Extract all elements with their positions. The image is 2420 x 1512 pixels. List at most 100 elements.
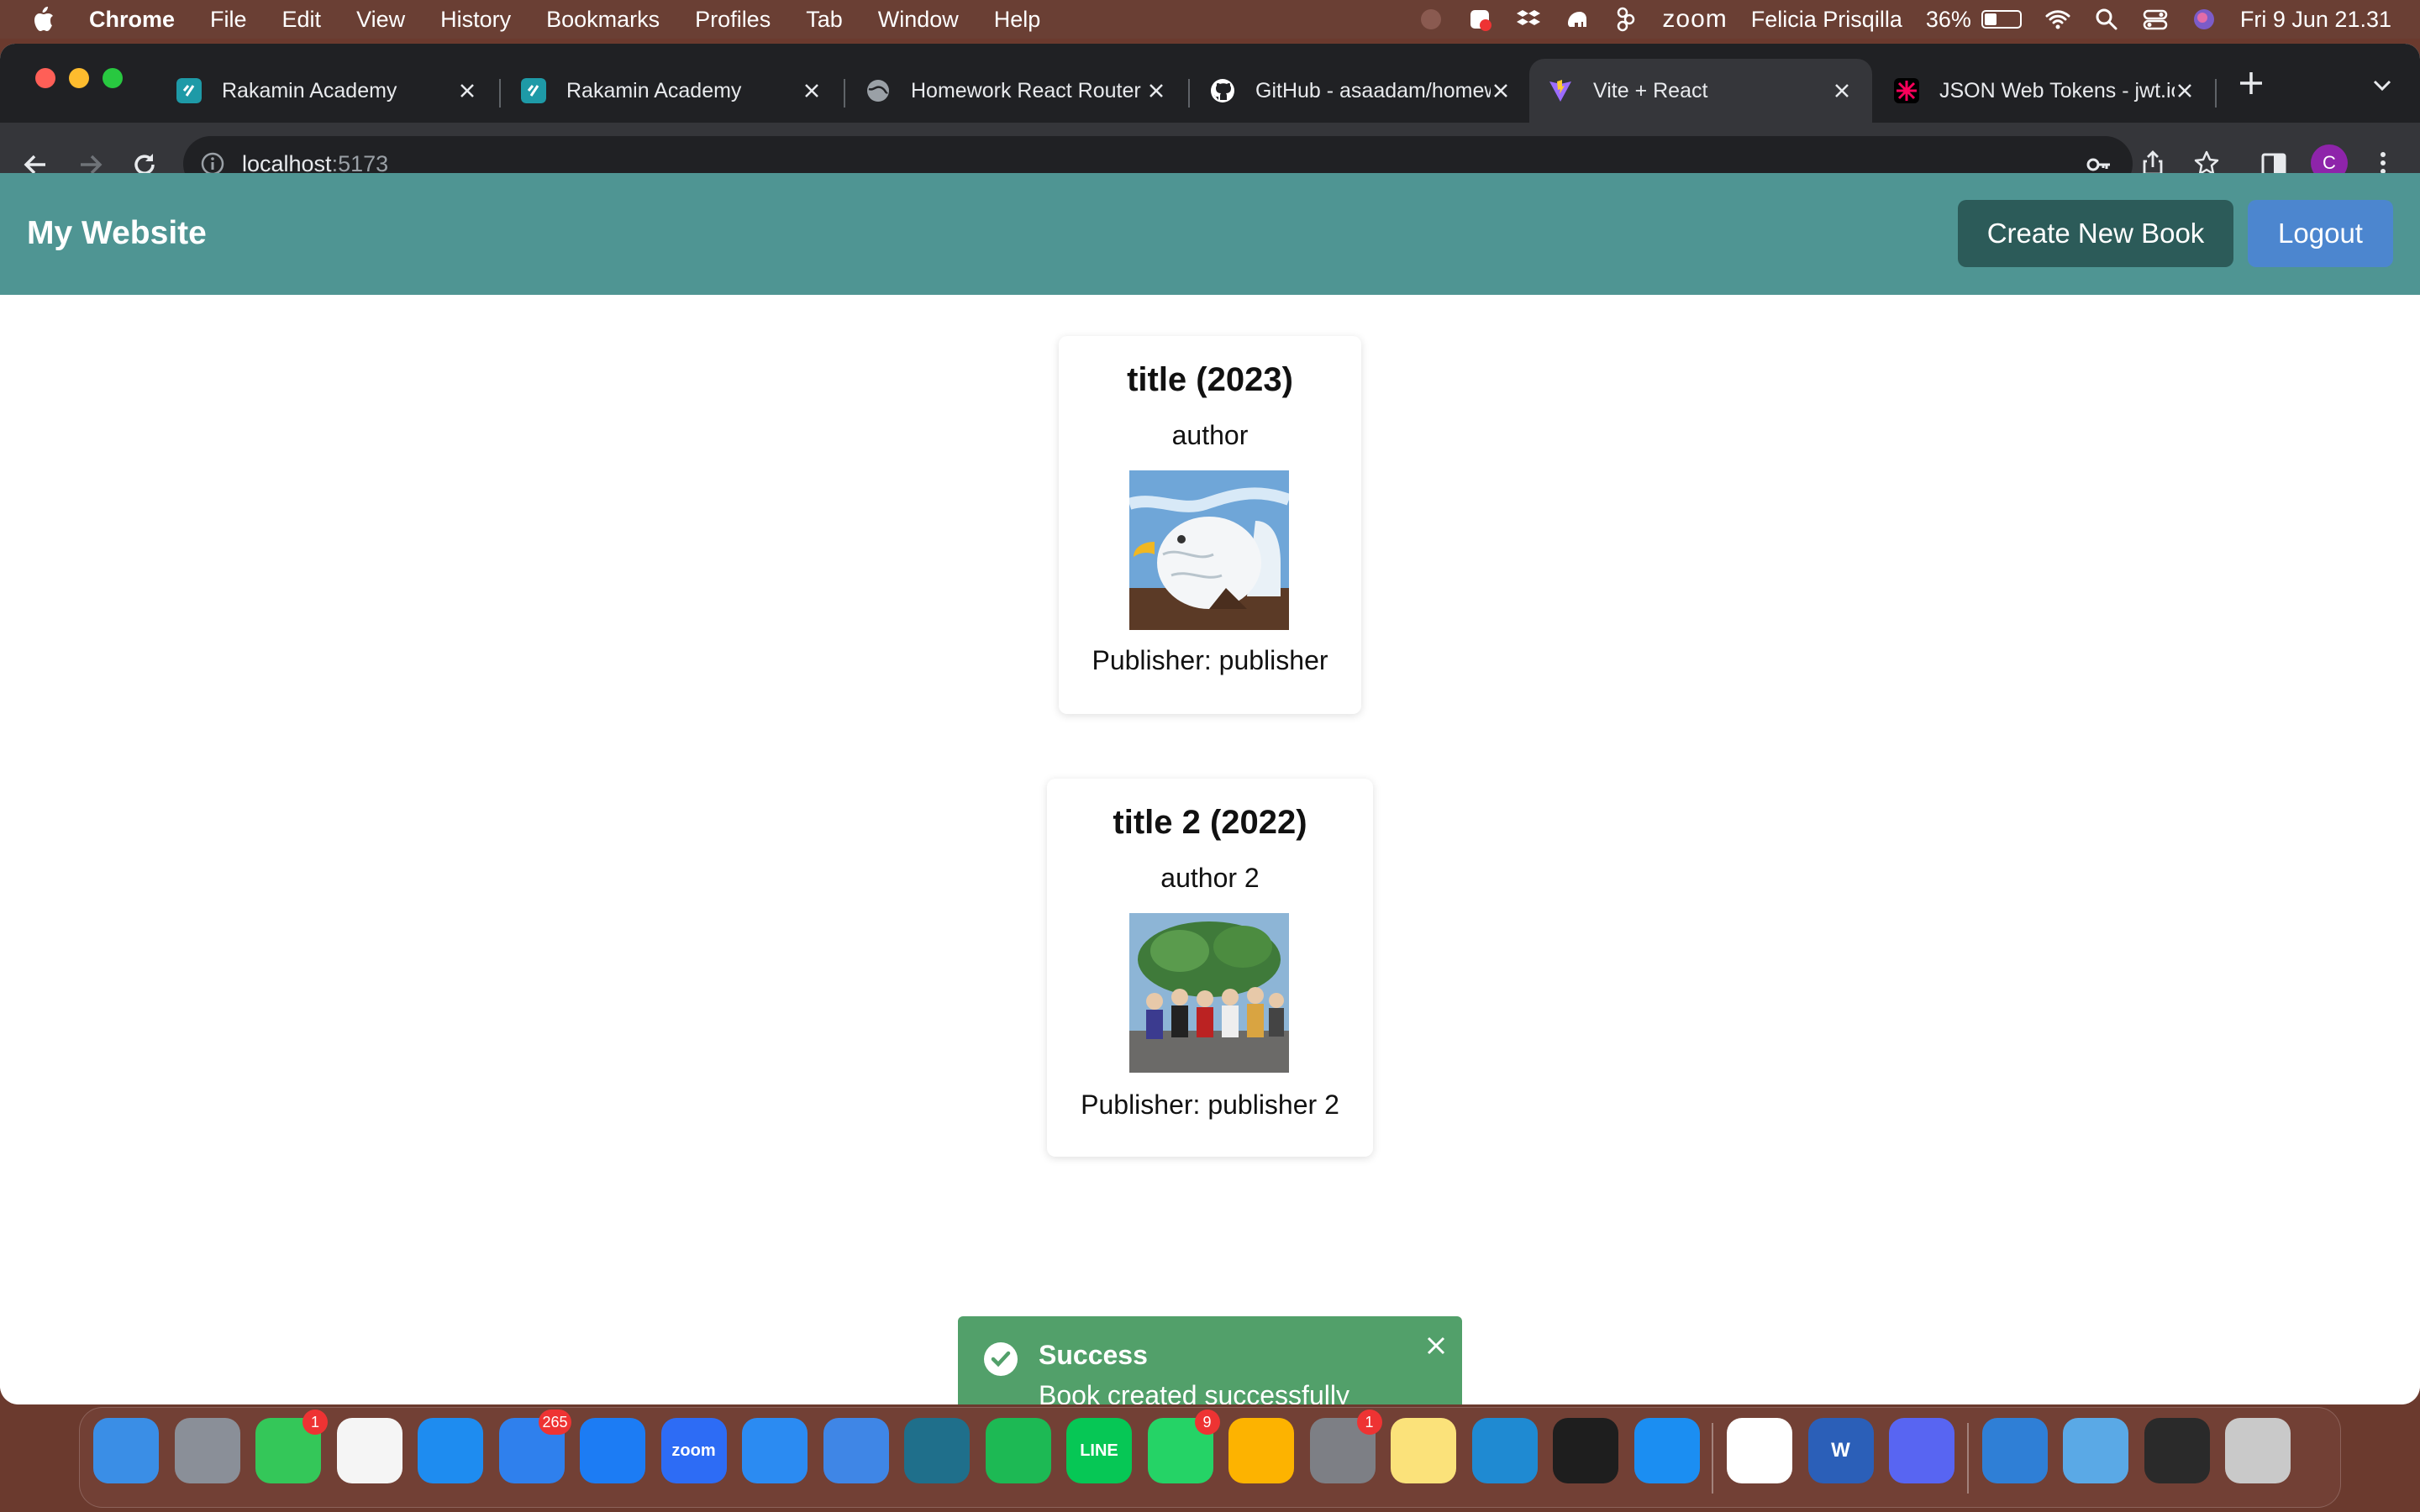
sketch-icon[interactable] bbox=[1228, 1418, 1294, 1483]
trash-icon[interactable] bbox=[2225, 1418, 2291, 1483]
finder-icon[interactable] bbox=[93, 1418, 159, 1483]
settings-icon[interactable]: 1 bbox=[1309, 1410, 1382, 1483]
app-store-icon[interactable] bbox=[580, 1418, 645, 1483]
tab-bar: Rakamin Academy Rakamin Academy Homework… bbox=[0, 44, 2420, 123]
zoom-status-label[interactable]: zoom bbox=[1662, 5, 1727, 34]
create-new-book-button[interactable]: Create New Book bbox=[1958, 200, 2233, 267]
book-author: author 2 bbox=[1160, 863, 1260, 893]
tab-close-icon[interactable] bbox=[802, 81, 822, 101]
whatsapp-icon[interactable]: 9 bbox=[1147, 1410, 1220, 1483]
record-status-icon[interactable] bbox=[1418, 7, 1444, 32]
tab-vite-react[interactable]: Vite + React bbox=[1529, 59, 1872, 123]
word-icon[interactable]: W bbox=[1807, 1418, 1874, 1483]
tab-jwt[interactable]: JSON Web Tokens - jwt.io bbox=[1874, 59, 2215, 123]
control-center-icon[interactable] bbox=[2143, 7, 2168, 32]
tab-close-icon[interactable] bbox=[1491, 81, 1511, 101]
menu-help[interactable]: Help bbox=[994, 7, 1041, 33]
book-cover-image bbox=[1129, 470, 1289, 630]
tab-search-chevron-icon[interactable] bbox=[2370, 72, 2395, 97]
book-card[interactable]: title (2023) author Publisher: publisher bbox=[1059, 336, 1361, 714]
menu-history[interactable]: History bbox=[440, 7, 511, 33]
menu-file[interactable]: File bbox=[210, 7, 247, 33]
safari-icon[interactable] bbox=[1634, 1418, 1700, 1483]
tab-github[interactable]: GitHub - asaadam/homew bbox=[1190, 59, 1531, 123]
battery-level-fill bbox=[1984, 13, 1996, 25]
battery-percent: 36% bbox=[1925, 6, 1971, 32]
mendeley-icon[interactable] bbox=[904, 1418, 970, 1483]
figma-status-icon[interactable] bbox=[1613, 7, 1639, 32]
rakamin-favicon bbox=[176, 78, 202, 103]
logout-button[interactable]: Logout bbox=[2248, 200, 2393, 267]
tab-title: Rakamin Academy bbox=[222, 78, 397, 102]
discord-icon[interactable] bbox=[1889, 1418, 1954, 1483]
zoom-window-button[interactable] bbox=[103, 68, 123, 88]
site-brand[interactable]: My Website bbox=[27, 215, 207, 252]
photos-icon[interactable] bbox=[336, 1418, 402, 1483]
messages-icon[interactable]: 1 bbox=[255, 1410, 328, 1483]
launchpad-icon[interactable] bbox=[174, 1418, 240, 1483]
minimize-window-button[interactable] bbox=[69, 68, 89, 88]
tab-separator bbox=[2215, 79, 2217, 108]
new-tab-icon[interactable] bbox=[2237, 69, 2265, 97]
toast-description: Book created successfully bbox=[1039, 1380, 1349, 1404]
menu-tab[interactable]: Tab bbox=[806, 7, 843, 33]
spotlight-search-icon[interactable] bbox=[2094, 7, 2119, 32]
line-icon[interactable]: LINE bbox=[1066, 1418, 1132, 1483]
toast-title: Success bbox=[1039, 1340, 1148, 1370]
close-window-button[interactable] bbox=[35, 68, 55, 88]
success-toast: Success Book created successfully bbox=[958, 1316, 1462, 1404]
dropbox-icon[interactable] bbox=[1516, 7, 1541, 32]
tab-homework-react-router[interactable]: Homework React Router bbox=[845, 59, 1186, 123]
keynote-icon[interactable] bbox=[418, 1418, 483, 1483]
book-publisher: Publisher: publisher bbox=[1092, 645, 1328, 675]
tab-rakamin-1[interactable]: Rakamin Academy bbox=[156, 59, 497, 123]
close-icon[interactable] bbox=[1425, 1335, 1447, 1357]
macos-menu-bar: Chrome File Edit View History Bookmarks … bbox=[0, 0, 2420, 39]
menu-app-name[interactable]: Chrome bbox=[89, 7, 175, 33]
menu-profiles[interactable]: Profiles bbox=[695, 7, 771, 33]
xcode-icon[interactable] bbox=[742, 1418, 808, 1483]
app-status-icon[interactable] bbox=[1467, 7, 1492, 32]
book-card[interactable]: title 2 (2022) author 2 Publisher: publi… bbox=[1047, 779, 1373, 1157]
tab-close-icon[interactable] bbox=[2175, 81, 2195, 101]
siri-icon[interactable] bbox=[2191, 7, 2217, 32]
globe-icon[interactable] bbox=[1981, 1418, 2048, 1483]
tab-close-icon[interactable] bbox=[1832, 81, 1852, 101]
menu-bookmarks[interactable]: Bookmarks bbox=[546, 7, 660, 33]
screenshots-icon[interactable] bbox=[2144, 1418, 2210, 1483]
chrome-window: Rakamin Academy Rakamin Academy Homework… bbox=[0, 44, 2420, 1404]
figma-icon[interactable] bbox=[1553, 1418, 1618, 1483]
mail-icon[interactable]: 265 bbox=[498, 1410, 571, 1483]
tab-title: Rakamin Academy bbox=[566, 78, 742, 102]
menu-edit[interactable]: Edit bbox=[282, 7, 322, 33]
book-cover-image bbox=[1129, 913, 1289, 1073]
vite-favicon bbox=[1549, 80, 1571, 102]
user-name[interactable]: Felicia Prisqilla bbox=[1751, 7, 1902, 33]
date-time[interactable]: Fri 9 Jun 21.31 bbox=[2240, 7, 2391, 33]
book-title: title 2 (2022) bbox=[1113, 804, 1307, 841]
chrome-icon[interactable] bbox=[1727, 1418, 1792, 1483]
menu-view[interactable]: View bbox=[356, 7, 405, 33]
vscode-icon[interactable] bbox=[1471, 1418, 1538, 1483]
battery-icon[interactable] bbox=[1981, 10, 2022, 29]
tab-rakamin-2[interactable]: Rakamin Academy bbox=[501, 59, 842, 123]
globe-favicon bbox=[867, 80, 889, 102]
macos-dock: 1 265 zoom LINE 9 1 W bbox=[79, 1407, 2341, 1508]
spotify-icon[interactable] bbox=[985, 1418, 1051, 1483]
book-publisher: Publisher: publisher 2 bbox=[1081, 1089, 1339, 1120]
zoom-icon[interactable]: zoom bbox=[660, 1418, 727, 1483]
notification-badge: 9 bbox=[1194, 1410, 1220, 1435]
tab-close-icon[interactable] bbox=[457, 81, 477, 101]
github-favicon bbox=[1211, 79, 1234, 102]
dock-separator bbox=[1966, 1423, 1969, 1494]
simulator-icon[interactable] bbox=[823, 1418, 889, 1483]
apple-logo-icon[interactable] bbox=[30, 6, 55, 33]
downloads-folder-icon[interactable] bbox=[2063, 1418, 2128, 1483]
wifi-icon[interactable] bbox=[2045, 7, 2070, 32]
tab-close-icon[interactable] bbox=[1146, 81, 1166, 101]
menu-window[interactable]: Window bbox=[878, 7, 959, 33]
elephant-app-icon[interactable] bbox=[1565, 7, 1590, 32]
dock-item-label: W bbox=[1831, 1439, 1850, 1462]
dock-item-label: LINE bbox=[1080, 1441, 1118, 1460]
notes-icon[interactable] bbox=[1391, 1418, 1456, 1483]
